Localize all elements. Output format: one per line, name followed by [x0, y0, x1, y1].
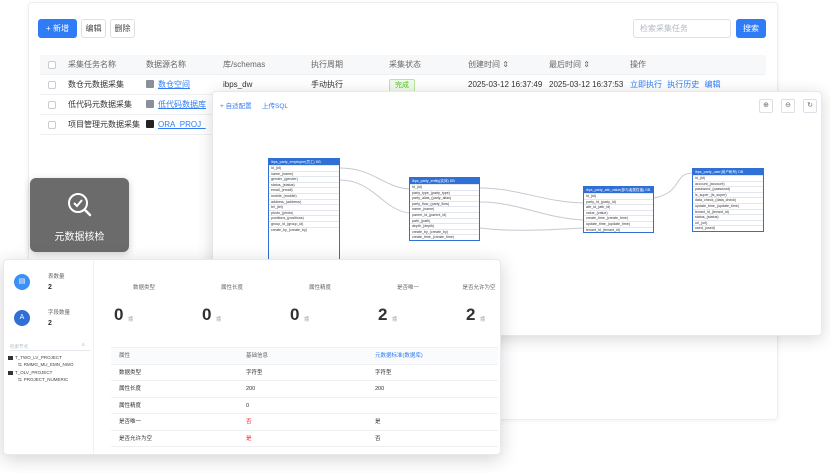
task-name: 低代码元数据采集 [68, 100, 132, 109]
entity-title: ibps_party_attr_value(参与者属性值) DB [584, 187, 653, 193]
tile-label: 元数据核检 [54, 232, 105, 243]
entity-field: used_(used) [693, 225, 763, 231]
column-header[interactable]: 最后时间 ⇕ [549, 55, 590, 75]
row-checkbox[interactable] [48, 81, 56, 89]
tree-node[interactable]: ⇆ PROJECT_NUMERIC [18, 377, 68, 383]
datasource-link[interactable]: 低代码数据库 [158, 100, 206, 109]
datasource-link[interactable]: ORA_PROJ_ [158, 120, 206, 129]
stat-unit-icon: 项 [216, 317, 222, 323]
column-header: 执行周期 [311, 60, 343, 69]
datasource-link[interactable]: 数仓空间 [158, 80, 190, 89]
stat-attr-length: 属性长度 0 项 [202, 285, 243, 324]
table-row: 属性长度 200 200 [111, 381, 498, 398]
stat-unit-icon: 项 [128, 317, 134, 323]
row-checkbox[interactable] [48, 101, 56, 109]
stat-attr-precision: 属性精度 0 项 [290, 285, 331, 324]
stat-nullable: 是否允许为空 2 项 [462, 285, 496, 324]
summary-label: 字段数量 [48, 310, 71, 316]
summary-value: 2 [48, 320, 52, 327]
entity-field: create_time_(create_time) [410, 234, 479, 240]
task-name: 数仓元数据采集 [68, 80, 124, 89]
summary-value: 2 [48, 284, 52, 291]
database-icon [146, 80, 154, 88]
summary-label: 表数量 [48, 274, 65, 280]
screenshot-stage: + 新增 编辑 删除 检索采集任务 搜索 采集任务名称 数据源名称 库/sche… [0, 0, 830, 473]
stat-data-type: 数据类型 0 项 [114, 285, 155, 324]
select-all-checkbox[interactable] [48, 61, 56, 69]
entity-field: tenant_id_(tenant_id) [584, 226, 653, 233]
search-check-icon [68, 193, 92, 217]
detail-table: 属性 基础信息 元数据标准(数据库) 数据类型 字符型 字符型 属性长度 200… [111, 347, 498, 447]
column-header: 数据源名称 [146, 60, 186, 69]
table-row: 是否唯一 否 是 [111, 414, 498, 431]
column-header: 采集任务名称 [68, 60, 116, 69]
entity-user[interactable]: ibps_party_user(用户帐号) DB id_(id) account_(… [692, 168, 764, 232]
mismatch-value: 是 [246, 435, 252, 442]
task-search-input[interactable]: 检索采集任务 [633, 19, 731, 38]
stat-unit-icon: 项 [480, 317, 486, 323]
panel-sidebar: ▤ 表数量 2 A 字段数量 2 检索节点 ⌕ T_TWO_LV_PROJECT… [4, 260, 94, 454]
metadata-check-tile[interactable]: 元数据核检 [30, 178, 129, 252]
entity-field: create_by_(create_by) [269, 226, 339, 233]
summary-field-count: A 字段数量 2 [12, 304, 92, 334]
oracle-icon [146, 120, 154, 128]
detail-header-row: 属性 基础信息 元数据标准(数据库) [111, 348, 498, 365]
search-button[interactable]: 搜索 [736, 19, 766, 38]
table-icon: ▤ [14, 274, 30, 290]
run-now-link[interactable]: 立即执行 [630, 80, 662, 89]
entity-party[interactable]: ibps_party_entity(实体) DB id_(id) party_typ… [409, 177, 480, 241]
table-row: 属性精度 0 [111, 398, 498, 414]
edit-link[interactable]: 编辑 [704, 80, 720, 89]
column-header: 采集状态 [389, 60, 421, 69]
tree-node[interactable]: T_TWO_LV_PROJECT [8, 355, 62, 361]
stat-unit-icon: 项 [392, 317, 398, 323]
column-header: 库/schemas [223, 60, 266, 69]
summary-table-count: ▤ 表数量 2 [12, 268, 92, 298]
tree-node[interactable]: T_OLV_PROJECT [8, 370, 52, 376]
tree-search-icon[interactable]: ⌕ [82, 342, 85, 348]
column-header[interactable]: 创建时间 ⇕ [468, 55, 509, 75]
stat-unique: 是否唯一 2 项 [378, 285, 419, 324]
tree-search-input[interactable]: 检索节点 [10, 342, 90, 351]
tree-node[interactable]: ⇆ RMMG_MU_EMN_NWO [18, 362, 74, 368]
field-icon: A [14, 310, 30, 326]
database-icon [146, 100, 154, 108]
table-header-row: 采集任务名称 数据源名称 库/schemas 执行周期 采集状态 创建时间 ⇕ … [40, 55, 766, 75]
metadata-check-panel: ▤ 表数量 2 A 字段数量 2 检索节点 ⌕ T_TWO_LV_PROJECT… [3, 259, 501, 455]
task-name: 项目管理元数据采集 [68, 120, 140, 129]
row-checkbox[interactable] [48, 121, 56, 129]
delete-button[interactable]: 删除 [110, 19, 135, 38]
table-row: 数据类型 字符型 字符型 [111, 365, 498, 381]
new-button[interactable]: + 新增 [38, 19, 77, 38]
edit-button[interactable]: 编辑 [81, 19, 106, 38]
field-node-icon: ⇆ [18, 362, 22, 367]
field-node-icon: ⇆ [18, 377, 22, 382]
entity-attr-value[interactable]: ibps_party_attr_value(参与者属性值) DB id_(id) p… [583, 186, 654, 234]
table-row: 是否允许为空 是 否 [111, 431, 498, 447]
table-node-icon [8, 370, 13, 375]
stat-unit-icon: 项 [304, 317, 310, 323]
history-link[interactable]: 执行历史 [667, 80, 699, 89]
table-node-icon [8, 355, 13, 360]
mismatch-value: 否 [246, 419, 252, 425]
column-header: 操作 [630, 60, 646, 69]
